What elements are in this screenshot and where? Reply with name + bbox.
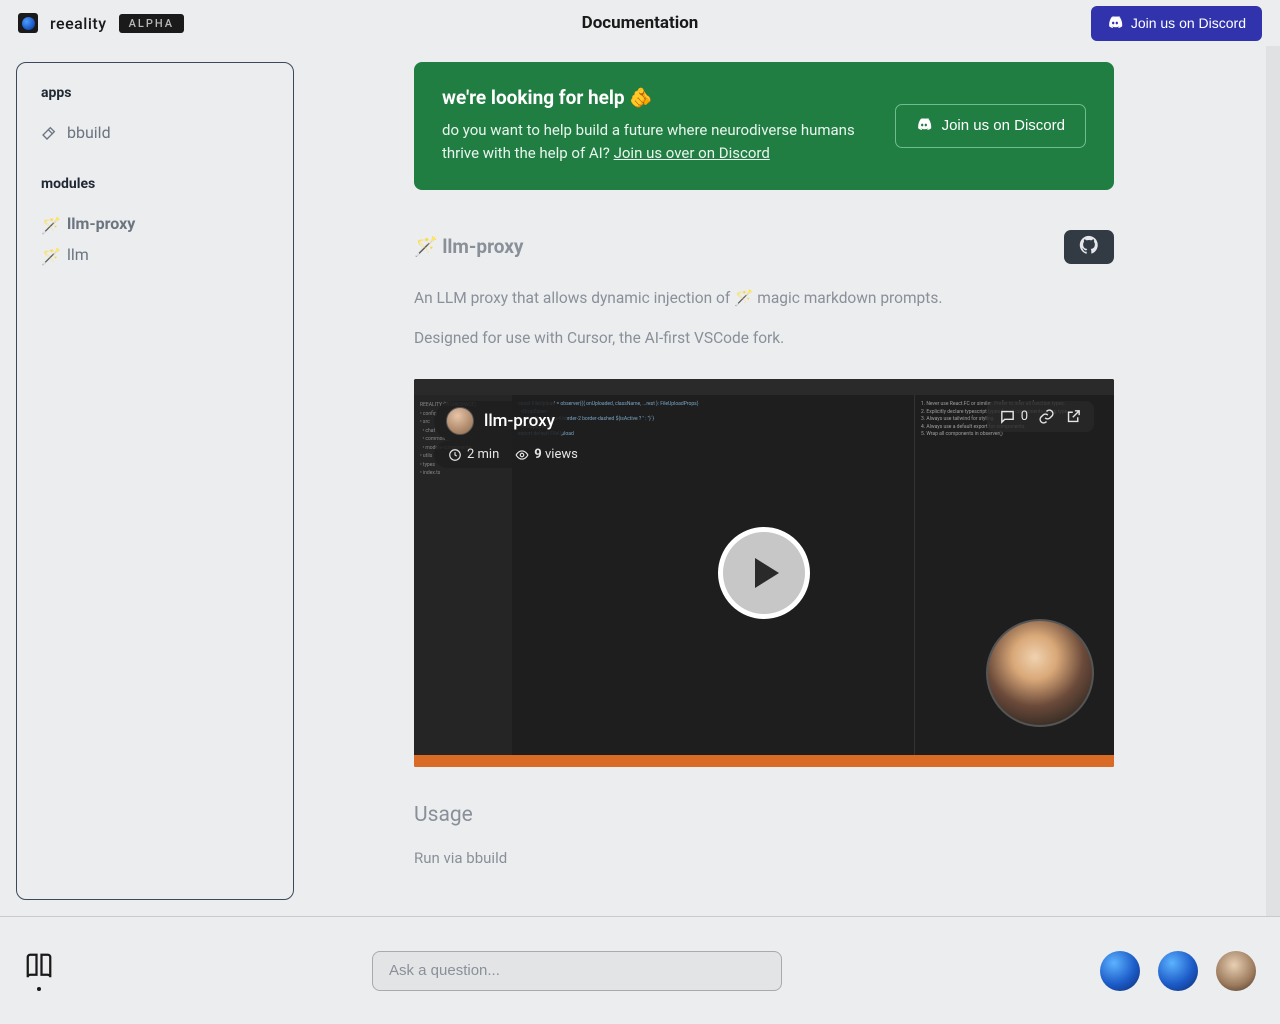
video-title-overlay: llm-proxy	[434, 401, 567, 441]
cta-discord-button[interactable]: Join us on Discord	[895, 104, 1086, 148]
presenter-avatar-icon	[446, 407, 474, 435]
doc-sidebar: apps bbuild modules 🪄 llm-proxy 🪄 llm	[16, 62, 294, 900]
sparkle-icon: 🪄	[41, 216, 57, 232]
logo-mark[interactable]	[18, 13, 38, 33]
sidebar-item-bbuild[interactable]: bbuild	[41, 117, 269, 148]
discord-icon	[916, 116, 932, 136]
presenter-camera	[986, 619, 1094, 727]
vscode-menubar-mock	[414, 379, 1114, 395]
sidebar-item-label: llm	[67, 245, 89, 264]
sidebar-section-apps: apps	[41, 85, 269, 101]
bottom-avatars	[1100, 951, 1256, 991]
discord-button-label: Join us on Discord	[1131, 15, 1246, 31]
brand-name: reeality	[50, 14, 107, 33]
ask-input[interactable]	[372, 951, 782, 991]
page-heading-row: 🪄 llm-proxy	[414, 230, 1114, 264]
help-cta-banner: we're looking for help 🫵 do you want to …	[414, 62, 1114, 190]
app-header: reeality ALPHA Documentation Join us on …	[0, 0, 1280, 46]
video-views: 9 views	[515, 447, 578, 462]
link-icon	[1038, 408, 1055, 425]
sidebar-item-label: llm-proxy	[67, 214, 135, 233]
external-link-icon	[1065, 408, 1082, 425]
bottom-bar	[0, 916, 1280, 1024]
agent-orb-2[interactable]	[1158, 951, 1198, 991]
main-content: apps bbuild modules 🪄 llm-proxy 🪄 llm we…	[0, 46, 1280, 916]
demo-video[interactable]: REEALITY (WORKSPACE)• config• src • chat…	[414, 379, 1114, 767]
hammer-icon	[41, 125, 57, 141]
play-icon	[755, 558, 779, 588]
sidebar-section-modules: modules	[41, 176, 269, 192]
bottom-nav-docs[interactable]	[24, 951, 54, 991]
video-title: llm-proxy	[484, 411, 555, 431]
book-icon	[24, 951, 54, 981]
vscode-statusbar-mock	[414, 755, 1114, 767]
usage-heading: Usage	[414, 803, 1114, 827]
cta-body: do you want to help build a future where…	[442, 119, 871, 166]
cta-button-label: Join us on Discord	[942, 117, 1065, 134]
video-actions-overlay: 0	[987, 401, 1094, 432]
sparkle-icon: 🪄	[41, 247, 57, 263]
video-duration: 2 min	[448, 447, 499, 462]
sidebar-item-llm-proxy[interactable]: 🪄 llm-proxy	[41, 208, 269, 239]
play-button[interactable]	[718, 527, 810, 619]
page-title: Documentation	[582, 13, 699, 33]
comment-icon	[999, 408, 1016, 425]
discord-icon	[1107, 14, 1123, 33]
agent-orb-1[interactable]	[1100, 951, 1140, 991]
user-avatar[interactable]	[1216, 951, 1256, 991]
intro-paragraph-1: An LLM proxy that allows dynamic injecti…	[414, 286, 1114, 311]
sidebar-item-llm[interactable]: 🪄 llm	[41, 239, 269, 270]
sidebar-item-label: bbuild	[67, 123, 111, 142]
clock-icon	[448, 448, 462, 462]
video-link-button[interactable]	[1038, 408, 1055, 425]
video-comments-button[interactable]: 0	[999, 408, 1028, 425]
module-heading: 🪄 llm-proxy	[414, 235, 524, 258]
usage-subheading: Run via bbuild	[414, 849, 1114, 867]
header-discord-button[interactable]: Join us on Discord	[1091, 6, 1262, 41]
cta-title: we're looking for help 🫵	[442, 86, 871, 109]
video-meta-overlay: 2 min 9 views	[434, 441, 592, 468]
github-icon	[1078, 234, 1100, 259]
active-indicator-icon	[37, 987, 41, 991]
cta-discord-link[interactable]: Join us over on Discord	[614, 144, 770, 162]
github-button[interactable]	[1064, 230, 1114, 264]
video-open-button[interactable]	[1065, 408, 1082, 425]
doc-content: we're looking for help 🫵 do you want to …	[414, 62, 1114, 900]
scrollbar[interactable]	[1266, 46, 1280, 916]
intro-paragraph-2: Designed for use with Cursor, the AI-fir…	[414, 326, 1114, 351]
eye-icon	[515, 448, 529, 462]
brand-group: reeality ALPHA	[18, 13, 184, 33]
alpha-badge: ALPHA	[119, 14, 184, 33]
logo-orb-icon	[22, 17, 35, 30]
